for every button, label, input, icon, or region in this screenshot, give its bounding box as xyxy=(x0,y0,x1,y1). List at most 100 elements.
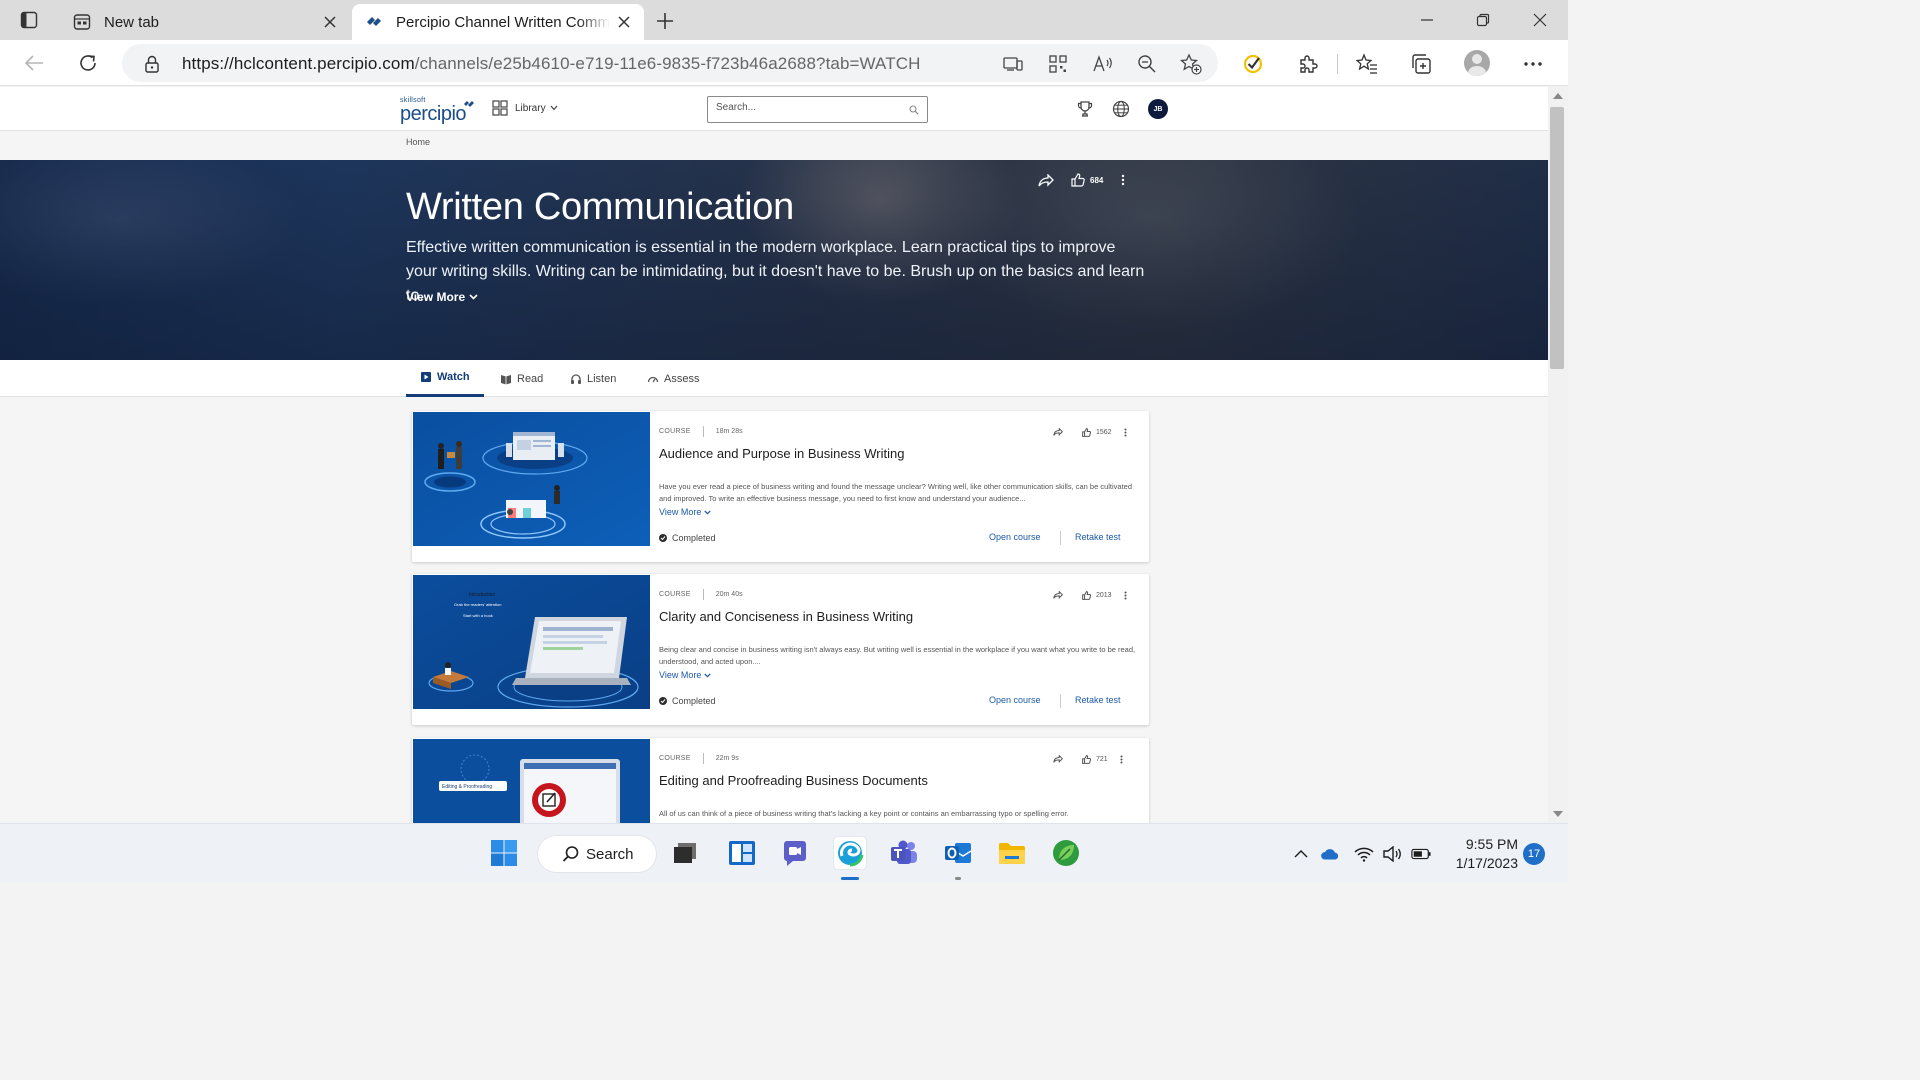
close-tab-icon[interactable] xyxy=(610,8,638,36)
battery-icon[interactable] xyxy=(1411,844,1431,864)
library-menu[interactable]: Library xyxy=(492,100,558,116)
like-icon[interactable] xyxy=(1080,589,1092,601)
collections-icon[interactable] xyxy=(1409,52,1433,76)
tab-actions-icon[interactable] xyxy=(14,8,44,32)
status-label: Completed xyxy=(672,533,716,543)
course-card[interactable]: Introduction Grab the readers' attention… xyxy=(412,574,1149,725)
share-icon[interactable] xyxy=(1052,426,1064,438)
task-view-icon[interactable] xyxy=(669,837,701,869)
system-clock[interactable]: 9:55 PM 1/17/2023 xyxy=(1448,835,1518,873)
app-leaf-icon[interactable] xyxy=(1050,837,1082,869)
trophy-icon[interactable] xyxy=(1075,99,1095,119)
tab-read[interactable]: Read xyxy=(486,360,557,397)
url-path: /channels/e25b4610-e719-11e6-9835-f723b4… xyxy=(414,54,921,73)
browser-tab-new-tab[interactable]: New tab xyxy=(60,4,350,40)
tab-watch[interactable]: Watch xyxy=(406,360,484,397)
teams-icon[interactable] xyxy=(888,837,920,869)
notification-badge[interactable]: 17 xyxy=(1523,843,1545,865)
retake-test-button[interactable]: Retake test xyxy=(1075,695,1121,705)
app-available-icon[interactable] xyxy=(1002,53,1024,75)
more-vertical-icon[interactable] xyxy=(1120,426,1132,438)
scroll-thumb[interactable] xyxy=(1550,107,1564,369)
new-tab-button[interactable] xyxy=(652,8,678,34)
like-icon[interactable] xyxy=(1080,753,1092,765)
course-card[interactable]: Editing & Proofreading COURSE 22m 9s 721… xyxy=(412,738,1149,823)
course-meta: COURSE 18m 28s xyxy=(659,426,743,437)
course-title[interactable]: Audience and Purpose in Business Writing xyxy=(659,446,904,461)
retake-test-button[interactable]: Retake test xyxy=(1075,532,1121,542)
tab-label: Listen xyxy=(587,372,617,385)
course-description: All of us can think of a piece of busine… xyxy=(659,809,1069,818)
open-course-button[interactable]: Open course xyxy=(989,532,1041,542)
share-icon[interactable] xyxy=(1036,170,1056,190)
hero-view-more-link[interactable]: View More xyxy=(406,290,478,304)
site-search[interactable] xyxy=(707,96,928,123)
refresh-icon[interactable] xyxy=(75,50,101,76)
restore-icon[interactable] xyxy=(1469,6,1497,34)
scroll-up-arrow-icon[interactable] xyxy=(1553,93,1563,99)
address-bar[interactable]: https://hclcontent.percipio.com/channels… xyxy=(122,44,1218,82)
more-vertical-icon[interactable] xyxy=(1116,753,1128,765)
scroll-down-arrow-icon[interactable] xyxy=(1553,811,1563,817)
url-text[interactable]: https://hclcontent.percipio.com/channels… xyxy=(182,54,920,74)
clock-time: 9:55 PM xyxy=(1465,836,1518,852)
close-window-icon[interactable] xyxy=(1526,6,1554,34)
qr-code-icon[interactable] xyxy=(1047,53,1069,75)
search-input[interactable] xyxy=(716,102,896,113)
page-scrollbar[interactable] xyxy=(1548,87,1568,823)
read-aloud-icon[interactable] xyxy=(1092,53,1114,75)
profile-avatar[interactable] xyxy=(1464,50,1490,76)
breadcrumb[interactable]: Home xyxy=(406,137,430,147)
like-icon[interactable] xyxy=(1080,426,1092,438)
volume-icon[interactable] xyxy=(1383,844,1403,864)
url-host: https://hclcontent.percipio.com xyxy=(182,54,415,73)
share-icon[interactable] xyxy=(1052,753,1064,765)
view-more-link[interactable]: View More xyxy=(659,507,712,517)
percipio-logo[interactable]: skillsoft percipio xyxy=(400,97,476,125)
back-icon[interactable] xyxy=(21,50,47,76)
share-icon[interactable] xyxy=(1052,589,1064,601)
file-explorer-icon[interactable] xyxy=(996,837,1028,869)
add-favorite-icon[interactable] xyxy=(1180,53,1202,75)
more-options-icon[interactable] xyxy=(1521,52,1545,76)
headphones-icon xyxy=(571,373,581,384)
course-title[interactable]: Clarity and Conciseness in Business Writ… xyxy=(659,609,913,624)
zoom-icon[interactable] xyxy=(1136,53,1158,75)
view-more-link[interactable]: View More xyxy=(659,670,712,680)
taskbar-search[interactable]: Search xyxy=(538,836,656,872)
more-vertical-icon[interactable] xyxy=(1120,589,1132,601)
minimize-icon[interactable] xyxy=(1413,6,1441,34)
chevron-up-icon[interactable] xyxy=(1291,844,1311,864)
course-description: Have you ever read a piece of business w… xyxy=(659,482,1133,503)
browser-tab-percipio[interactable]: Percipio Channel Written Communication xyxy=(352,4,644,40)
norton-check-icon[interactable] xyxy=(1241,52,1265,76)
edge-browser-icon[interactable] xyxy=(834,837,866,869)
tab-listen[interactable]: Listen xyxy=(556,360,630,397)
lock-icon[interactable] xyxy=(144,55,160,73)
search-icon[interactable] xyxy=(909,105,919,115)
onedrive-cloud-icon[interactable] xyxy=(1320,844,1340,864)
outlook-icon[interactable] xyxy=(942,837,974,869)
course-thumbnail[interactable]: Editing & Proofreading xyxy=(413,739,650,823)
wifi-icon[interactable] xyxy=(1354,844,1374,864)
chat-icon[interactable] xyxy=(779,837,811,869)
like-icon[interactable] xyxy=(1068,170,1088,190)
favorites-icon[interactable] xyxy=(1355,52,1379,76)
site-header: skillsoft percipio Library JB xyxy=(0,87,1548,131)
course-thumbnail[interactable] xyxy=(413,412,650,546)
course-card[interactable]: COURSE 18m 28s 1562 Audience and Purpose… xyxy=(412,411,1149,562)
user-avatar[interactable]: JB xyxy=(1148,99,1168,119)
start-windows-icon[interactable] xyxy=(488,837,520,869)
open-course-button[interactable]: Open course xyxy=(989,695,1041,705)
course-title[interactable]: Editing and Proofreading Business Docume… xyxy=(659,773,928,788)
course-thumbnail[interactable]: Introduction Grab the readers' attention… xyxy=(413,575,650,709)
tab-assess[interactable]: Assess xyxy=(633,360,713,397)
extensions-icon[interactable] xyxy=(1296,52,1320,76)
widgets-icon[interactable] xyxy=(726,837,758,869)
close-tab-icon[interactable] xyxy=(316,8,344,36)
more-vertical-icon[interactable] xyxy=(1113,170,1133,190)
globe-icon[interactable] xyxy=(1111,99,1131,119)
toolbar-divider xyxy=(1337,54,1338,74)
view-more-label: View More xyxy=(406,290,466,304)
check-icon xyxy=(659,697,667,705)
